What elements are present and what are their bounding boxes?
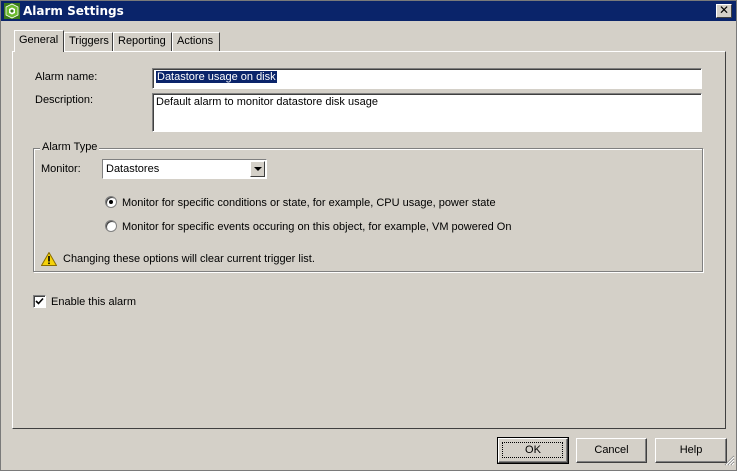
tab-actions[interactable]: Actions xyxy=(172,32,220,51)
tab-label: Actions xyxy=(177,35,214,47)
tab-label: General xyxy=(19,34,59,46)
tab-triggers[interactable]: Triggers xyxy=(64,32,113,51)
cancel-button[interactable]: Cancel xyxy=(576,438,647,463)
title-bar[interactable]: Alarm Settings ✕ xyxy=(1,1,736,21)
tab-label: Triggers xyxy=(69,35,109,47)
window-title: Alarm Settings xyxy=(23,4,124,18)
close-icon[interactable]: ✕ xyxy=(716,4,732,18)
vsphere-logo-icon xyxy=(4,3,20,19)
tab-general[interactable]: General xyxy=(14,30,64,52)
focus-rect xyxy=(502,442,563,458)
cancel-button-label: Cancel xyxy=(594,444,629,456)
tab-reporting[interactable]: Reporting xyxy=(113,32,172,51)
alarm-settings-dialog: Alarm Settings ✕ General Triggers Report… xyxy=(0,0,737,471)
resize-grip-icon[interactable] xyxy=(724,455,735,469)
general-tab-panel xyxy=(12,51,726,429)
help-button[interactable]: Help xyxy=(655,438,727,463)
ok-button[interactable]: OK xyxy=(497,437,569,464)
tab-label: Reporting xyxy=(118,35,166,47)
help-button-label: Help xyxy=(679,444,703,456)
